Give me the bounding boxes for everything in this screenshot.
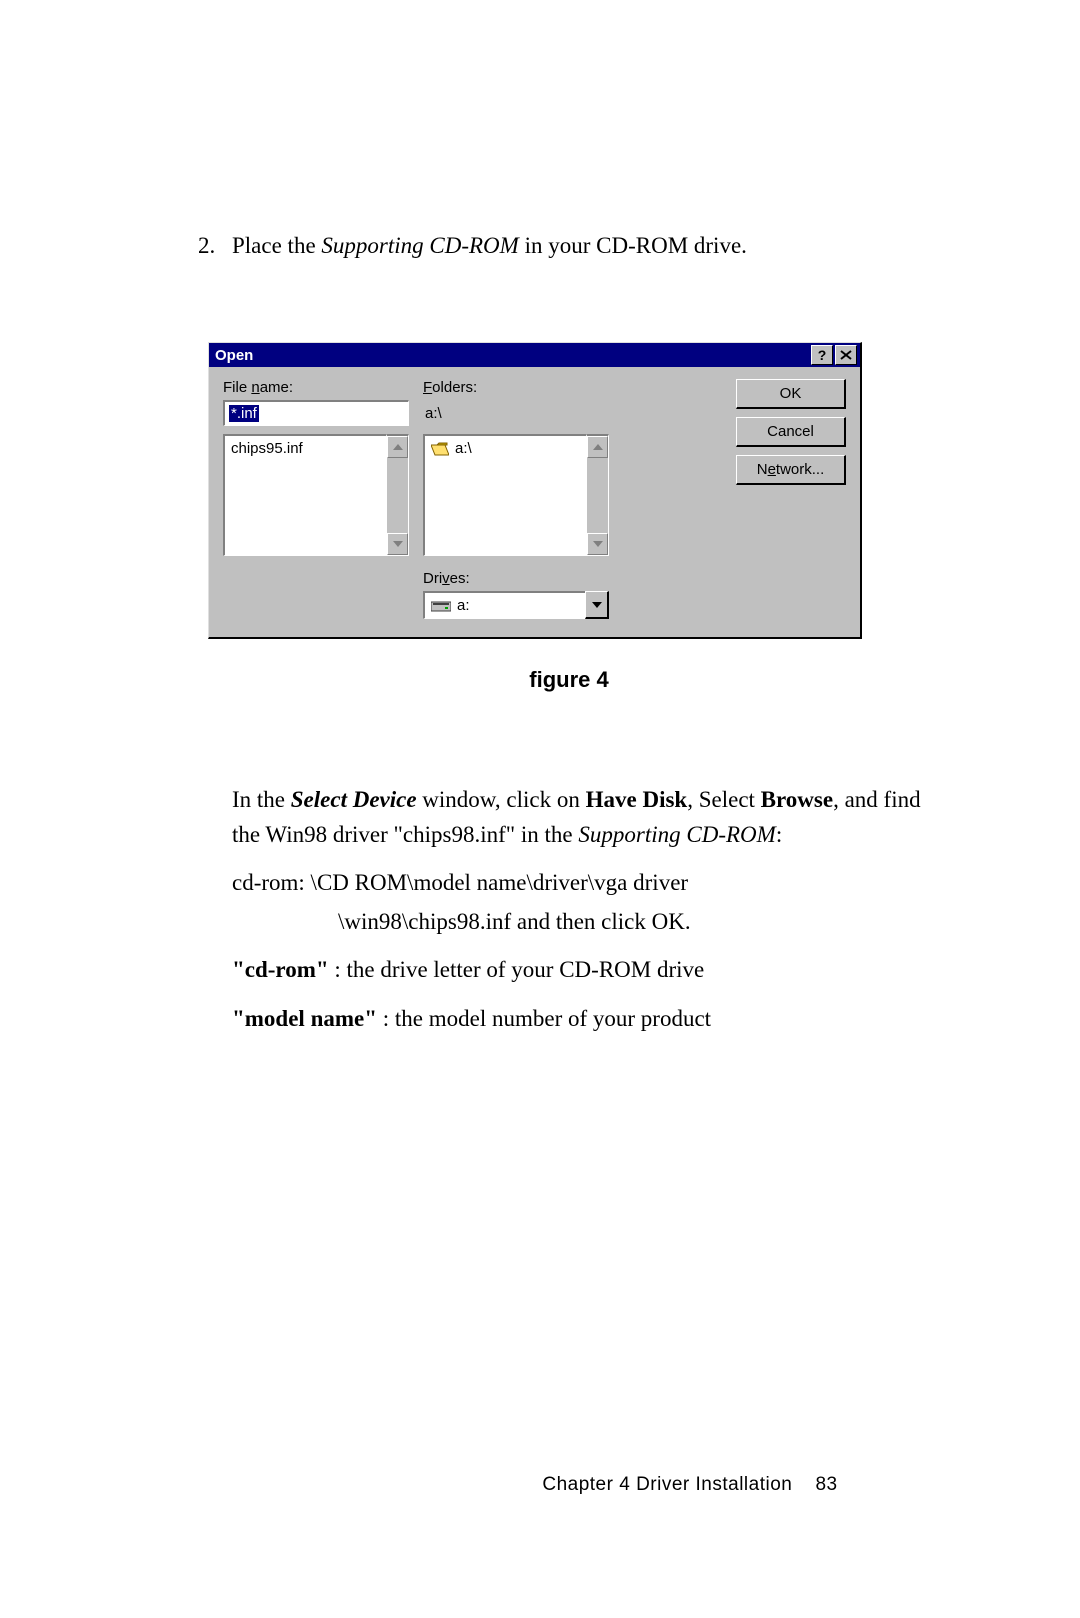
folder-listbox[interactable]: a:\	[423, 434, 587, 556]
chevron-down-icon[interactable]	[585, 591, 609, 619]
file-name-label: File name:	[223, 379, 409, 396]
help-button[interactable]: ?	[811, 345, 833, 365]
folders-label: Folders:	[423, 379, 609, 396]
file-scrollbar[interactable]	[387, 434, 409, 556]
folders-path: a:\	[423, 400, 609, 426]
body-paragraph-2b: \win98\chips98.inf and then click OK.	[232, 905, 930, 940]
step-number: 2.	[198, 230, 232, 262]
scroll-down-icon[interactable]	[587, 533, 608, 555]
cancel-button[interactable]: Cancel	[736, 417, 846, 447]
file-name-input[interactable]: *.inf	[223, 400, 409, 426]
network-button[interactable]: Network...	[736, 455, 846, 485]
body-paragraph-3: "cd-rom" : the drive letter of your CD-R…	[232, 953, 930, 988]
scroll-up-icon[interactable]	[387, 436, 408, 458]
drives-combobox[interactable]: a:	[423, 591, 609, 619]
ok-button[interactable]: OK	[736, 379, 846, 409]
titlebar: Open ?	[209, 343, 860, 367]
page-footer: Chapter 4 Driver Installation 83	[0, 1474, 1080, 1496]
scroll-down-icon[interactable]	[387, 533, 408, 555]
dialog-title: Open	[215, 347, 809, 364]
folder-scrollbar[interactable]	[587, 434, 609, 556]
scroll-up-icon[interactable]	[587, 436, 608, 458]
close-icon	[840, 350, 852, 360]
file-listbox[interactable]: chips95.inf	[223, 434, 387, 556]
body-paragraph-1: In the Select Device window, click on Ha…	[232, 783, 930, 852]
drives-label: Drives:	[423, 570, 609, 587]
open-dialog: Open ? File name: *.inf chips95.inf	[208, 342, 862, 639]
list-item[interactable]: a:\	[431, 439, 580, 458]
list-item[interactable]: chips95.inf	[231, 439, 380, 458]
body-paragraph-2: cd-rom: \CD ROM\model name\driver\vga dr…	[232, 866, 930, 901]
folder-open-icon	[431, 442, 449, 456]
body-paragraph-4: "model name" : the model number of your …	[232, 1002, 930, 1037]
drive-icon	[431, 600, 451, 612]
close-button[interactable]	[835, 345, 857, 365]
figure-caption: figure 4	[208, 667, 930, 693]
step-instruction: 2.Place the Supporting CD-ROM in your CD…	[198, 230, 930, 262]
